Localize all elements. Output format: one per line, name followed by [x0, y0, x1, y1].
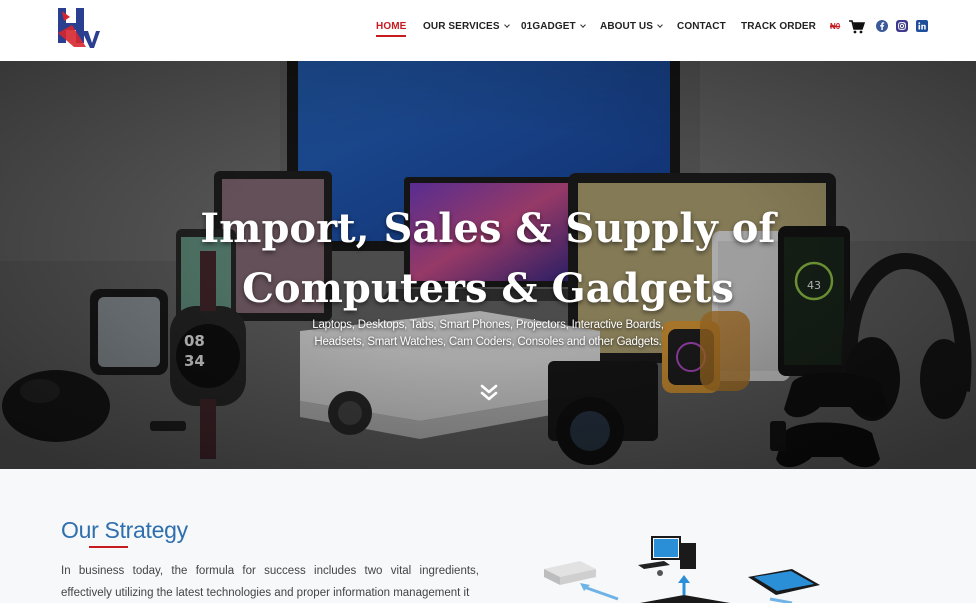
cart-icon — [849, 20, 866, 39]
chevron-down-icon — [657, 22, 663, 28]
cart-amount: ₦0 — [830, 22, 841, 31]
title-underline — [89, 546, 128, 548]
network-illustration — [544, 536, 820, 603]
nav-track-order[interactable]: TRACK ORDER — [741, 21, 816, 32]
hero-title-line-2: Computers & Gadgets — [242, 265, 734, 312]
nav-home[interactable]: HOME — [376, 21, 407, 37]
hero-subtitle-line-2: Headsets, Smart Watches, Cam Coders, Con… — [314, 336, 662, 348]
facebook-icon[interactable] — [876, 20, 888, 32]
strategy-title: Our Strategy — [61, 517, 188, 543]
nav-our-services[interactable]: OUR SERVICES — [423, 21, 510, 32]
instagram-icon[interactable] — [896, 20, 908, 32]
nav-about-us[interactable]: ABOUT US — [600, 21, 663, 32]
hero-title: Import, Sales & Supply of Computers & Ga… — [188, 199, 788, 319]
chevron-down-icon — [503, 22, 510, 28]
site-header: HOME OUR SERVICES 01GADGET ABOUT US CONT… — [0, 0, 976, 61]
hero-title-line-1: Import, Sales & Supply of — [200, 205, 776, 252]
linkedin-icon[interactable] — [916, 20, 928, 32]
nav-contact[interactable]: CONTACT — [677, 21, 726, 32]
hero-subtitle: Laptops, Desktops, Tabs, Smart Phones, P… — [288, 317, 688, 351]
hero-banner: 43 08 34 — [0, 61, 976, 469]
hero-subtitle-line-1: Laptops, Desktops, Tabs, Smart Phones, P… — [312, 319, 664, 331]
scroll-down-chevron-icon[interactable] — [480, 383, 498, 403]
hv-logo[interactable] — [52, 3, 102, 53]
nav-01gadget[interactable]: 01GADGET — [521, 21, 586, 32]
chevron-down-icon — [579, 22, 586, 28]
strategy-section: Our Strategy In business today, the form… — [0, 469, 976, 603]
strategy-text: In business today, the formula for succe… — [61, 565, 479, 599]
